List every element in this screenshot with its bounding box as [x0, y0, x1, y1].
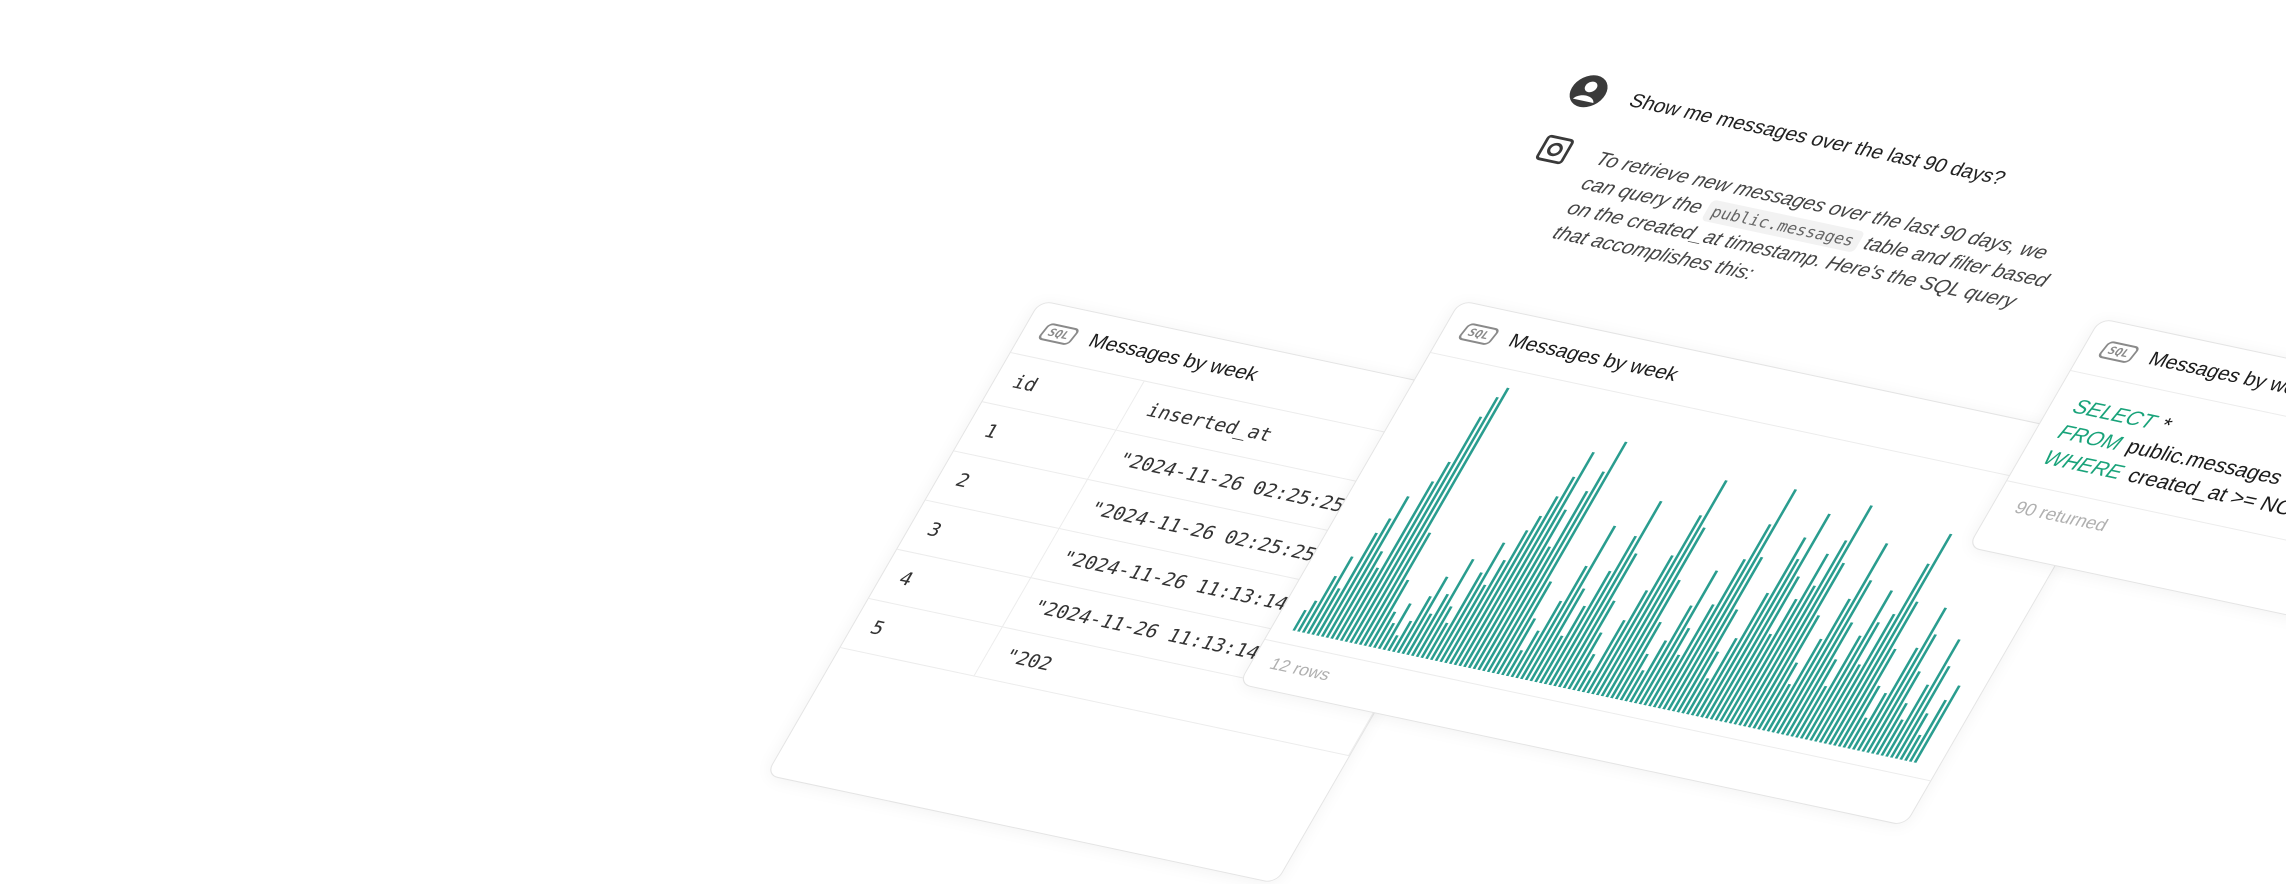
chart-bar	[1467, 451, 1595, 669]
sql-icon: SQL	[1456, 322, 1502, 346]
chart-bar	[1889, 639, 1961, 758]
chart-bar	[1657, 559, 1747, 709]
assistant-logo-icon	[1535, 134, 1574, 165]
chart-bar	[1325, 496, 1410, 638]
sql-text: *	[2156, 414, 2177, 437]
chart-bar	[1733, 585, 1817, 725]
user-avatar-icon	[1569, 75, 1608, 108]
sql-icon: SQL	[2096, 340, 2142, 364]
assistant-text-post: table and filter based on the created_at…	[1548, 197, 2053, 313]
scene: Show me messages over the last 90 days? …	[0, 0, 2286, 884]
sql-icon: SQL	[1036, 322, 1082, 346]
chart-bar	[1591, 555, 1674, 695]
